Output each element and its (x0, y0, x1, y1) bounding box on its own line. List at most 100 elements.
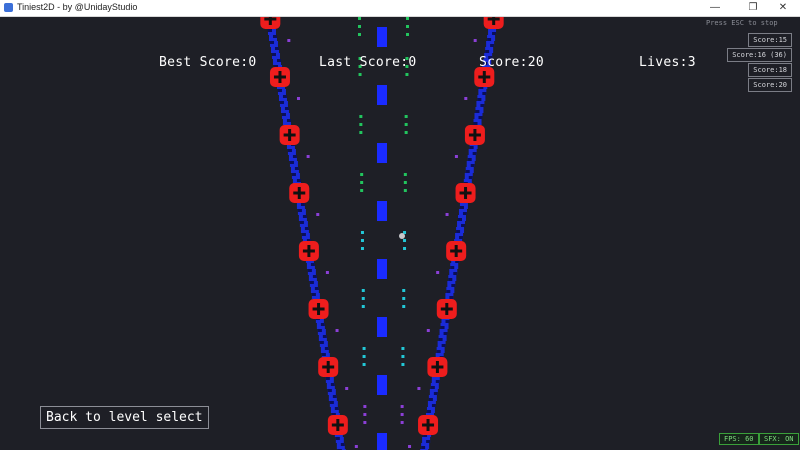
road-edge-check (279, 101, 284, 104)
sfx-toggle[interactable]: SFX: ON (759, 433, 799, 445)
road-edge-check (320, 323, 325, 326)
road-edge-check (335, 437, 340, 440)
road-edge-check (473, 122, 478, 125)
close-button[interactable]: ✕ (766, 0, 800, 16)
road-edge-check (446, 290, 451, 293)
road-edge-check (482, 92, 487, 95)
mouse-cursor (399, 233, 405, 239)
road-edge-check (431, 404, 436, 407)
road-edge-check (459, 206, 464, 209)
lane-dot (401, 363, 405, 366)
lane-marker (377, 375, 387, 395)
lane-dot (406, 33, 409, 36)
lane-dot (358, 17, 361, 20)
lane-dot (363, 405, 367, 408)
road-edge-check (478, 116, 483, 119)
lane-dot (404, 131, 408, 134)
lane-dot (358, 73, 362, 76)
lane-marker (377, 201, 387, 221)
current-score-label: Score:20 (479, 55, 545, 70)
lane-dot (400, 421, 404, 424)
lane-dot (363, 413, 367, 416)
lane-dot (406, 17, 409, 20)
road-edge-check (292, 155, 297, 158)
back-to-level-select-button[interactable]: Back to level select (40, 406, 209, 429)
score-history-item: Score:15 (748, 33, 792, 47)
road-edge-check (281, 113, 286, 116)
track-dot (473, 39, 477, 42)
road-edge-check (490, 44, 495, 47)
pylon-mark (431, 365, 444, 369)
road-edge-check (453, 272, 458, 275)
road-edge-check (309, 281, 314, 284)
road-edge-check (325, 377, 330, 380)
road-edge-check (469, 146, 474, 149)
lane-marker (377, 85, 387, 105)
road-edge-check (294, 167, 299, 170)
game-canvas[interactable]: Best Score:0 Last Score:0 Score:20 Lives… (0, 17, 800, 450)
lane-dot (400, 405, 404, 408)
road-edge-check (334, 407, 339, 410)
track-dot (354, 445, 358, 448)
lane-dot (401, 355, 405, 358)
maximize-button[interactable]: ❐ (736, 0, 770, 16)
pylon-mark (322, 365, 335, 369)
road-edge-check (485, 50, 490, 53)
lane-marker (377, 143, 387, 163)
lane-dot (358, 33, 361, 36)
road-edge-check (284, 107, 289, 110)
road-edge-check (465, 170, 470, 173)
last-score-label: Last Score:0 (319, 55, 417, 70)
road-edge-check (282, 95, 287, 98)
lane-marker (377, 259, 387, 279)
pylon-mark (312, 307, 325, 311)
track-dot (335, 329, 339, 332)
esc-hint: Press ESC to stop (706, 19, 778, 27)
lane-dot (359, 131, 363, 134)
lane-dot (362, 347, 366, 350)
road-edge-check (319, 341, 324, 344)
score-history-item: Score:20 (748, 78, 792, 92)
lives-label: Lives:3 (639, 55, 696, 70)
lane-dot (360, 181, 364, 184)
lane-dot (358, 25, 361, 28)
road-edge-check (462, 212, 467, 215)
track-dot (325, 271, 329, 274)
lane-dot (403, 247, 407, 250)
road-edge-check (304, 227, 309, 230)
lane-dot (362, 363, 366, 366)
road-edge-check (307, 269, 312, 272)
road-edge-check (271, 53, 276, 56)
road-edge-check (286, 119, 291, 122)
lane-dot (406, 25, 409, 28)
road-edge-check (322, 335, 327, 338)
road-edge-check (441, 344, 446, 347)
road-edge-check (312, 275, 317, 278)
track-dot (464, 97, 468, 100)
road-edge-check (310, 263, 315, 266)
road-edge-check (428, 398, 433, 401)
track-dot (445, 213, 449, 216)
road-edge-check (330, 383, 335, 386)
road-edge-check (426, 440, 431, 443)
road-edge-check (450, 266, 455, 269)
lane-dot (359, 123, 363, 126)
minimize-button[interactable]: — (698, 0, 732, 16)
road-edge-check (291, 173, 296, 176)
track-dot (426, 329, 430, 332)
road-edge-check (477, 98, 482, 101)
pylon-mark (468, 133, 481, 137)
track-dot (316, 213, 320, 216)
road-edge-check (461, 224, 466, 227)
road-edge-check (459, 236, 464, 239)
lane-dot (363, 421, 367, 424)
pylon-mark (487, 17, 500, 21)
track-dot (408, 445, 412, 448)
pylon-mark (331, 423, 344, 427)
road-edge-check (456, 230, 461, 233)
pylon-mark (283, 133, 296, 137)
road-edge-check (267, 29, 272, 32)
lane-dot (404, 115, 408, 118)
lane-marker (377, 27, 387, 47)
road-edge-check (487, 38, 492, 41)
